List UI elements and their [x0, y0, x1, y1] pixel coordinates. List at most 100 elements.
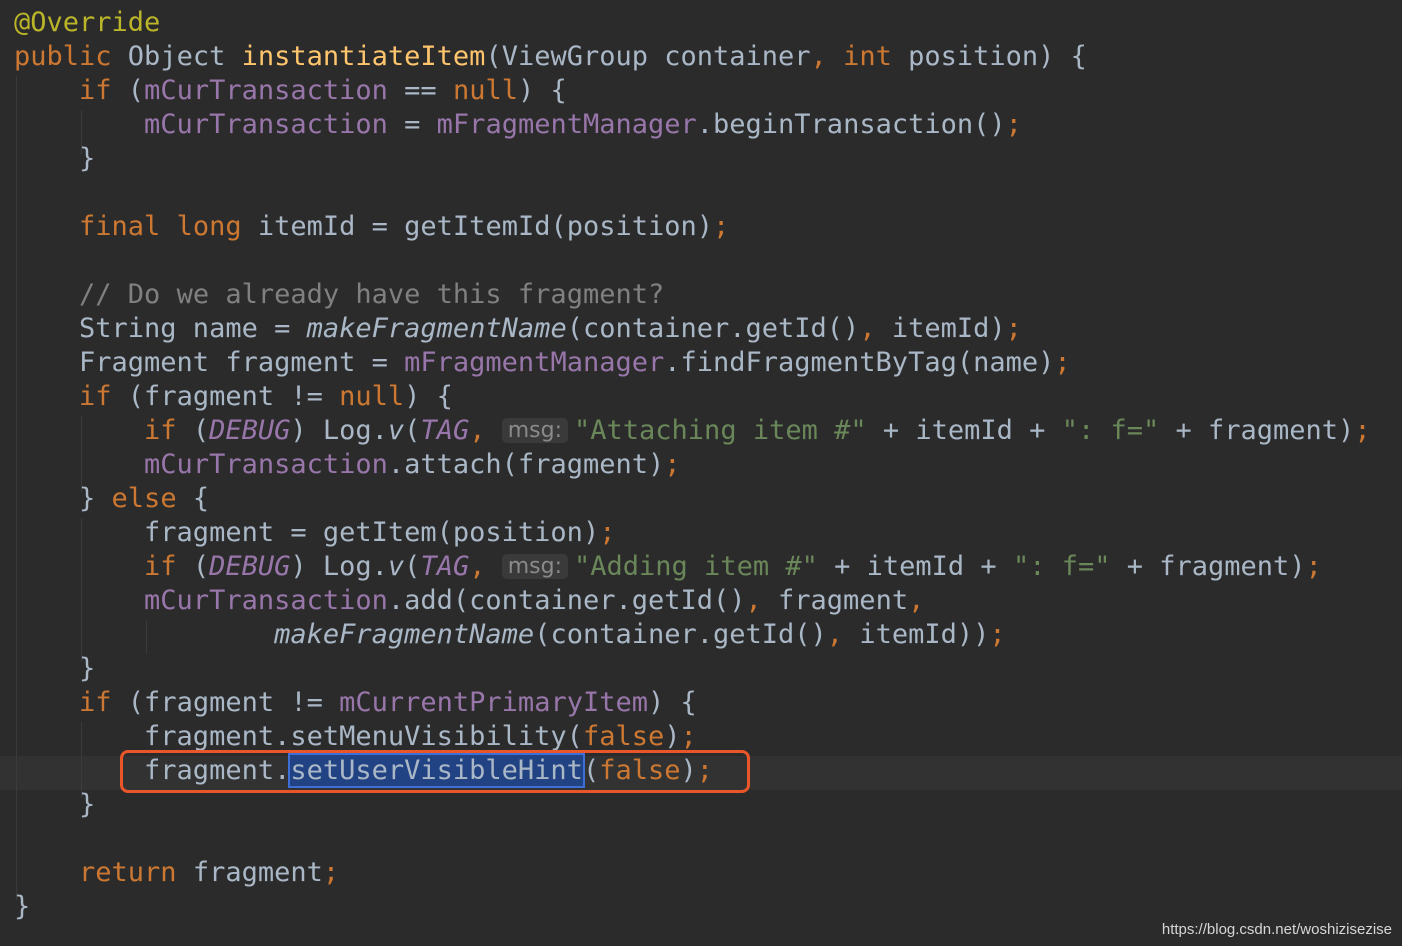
code-line[interactable]: fragment.setMenuVisibility(false); — [14, 720, 697, 754]
code-token: , — [908, 585, 925, 616]
code-token: , — [469, 551, 502, 582]
code-editor[interactable]: @Override public Object instantiateItem(V… — [0, 0, 1402, 946]
code-line[interactable]: @Override — [14, 6, 160, 40]
code-token: ; — [1005, 109, 1022, 140]
code-token: .beginTransaction() — [696, 109, 1006, 140]
code-token: ; — [599, 517, 616, 548]
code-token: ; — [664, 449, 681, 480]
code-line[interactable]: mCurTransaction.add(container.getId(), f… — [14, 584, 924, 618]
code-token: fragment — [778, 585, 909, 616]
code-line[interactable]: } — [14, 788, 95, 822]
code-line[interactable]: // Do we already have this fragment? — [14, 278, 664, 312]
code-token: long — [176, 211, 242, 242]
code-line[interactable]: final long itemId = getItemId(position); — [14, 210, 729, 244]
code-line[interactable]: if (mCurTransaction == null) { — [14, 74, 567, 108]
code-token: , — [826, 619, 860, 650]
code-token: ) Log. — [290, 551, 388, 582]
code-token: mFragmentManager — [404, 347, 665, 378]
code-token: ) { — [647, 687, 697, 718]
code-line[interactable]: makeFragmentName(container.getId(), item… — [14, 618, 1006, 652]
code-token: ; — [322, 857, 340, 888]
code-token: mCurrentPrimaryItem — [339, 687, 648, 718]
code-line[interactable]: fragment = getItem(position); — [14, 516, 615, 550]
code-line[interactable]: String name = makeFragmentName(container… — [14, 312, 1022, 346]
code-line[interactable]: if (fragment != null) { — [14, 380, 453, 414]
code-token: ) { — [404, 381, 453, 412]
code-line[interactable]: if (DEBUG) Log.v(TAG, msg: "Attaching ite… — [14, 414, 1371, 448]
code-token: .findFragmentByTag(name) — [664, 347, 1055, 378]
code-token: { — [176, 483, 210, 514]
code-token: itemId)) — [859, 619, 990, 650]
code-token: (fragment != — [111, 381, 340, 412]
code-token: false — [582, 721, 665, 752]
code-line[interactable]: if (DEBUG) Log.v(TAG, msg: "Adding item #… — [14, 550, 1322, 584]
code-token: position) { — [891, 41, 1087, 72]
code-token: fragment = getItem(position) — [14, 517, 600, 548]
code-token: if — [79, 75, 112, 106]
code-token: (container.getId() — [566, 313, 860, 344]
code-line[interactable]: if (fragment != mCurrentPrimaryItem) { — [14, 686, 697, 720]
code-token: ) Log. — [290, 415, 388, 446]
code-token: final — [79, 211, 161, 242]
code-token: ( — [176, 415, 210, 446]
code-token: ; — [989, 619, 1006, 650]
code-line[interactable]: } else { — [14, 482, 209, 516]
code-token: (ViewGroup container — [485, 41, 811, 72]
code-token: null — [452, 75, 518, 106]
code-token: ; — [1354, 415, 1371, 446]
code-token: "Adding item #" — [574, 551, 818, 582]
code-line[interactable]: mCurTransaction = mFragmentManager.begin… — [14, 108, 1022, 142]
code-token: "Attaching item #" — [574, 415, 867, 446]
code-line[interactable]: return fragment; — [14, 856, 339, 890]
code-line[interactable]: } — [14, 142, 95, 176]
code-line[interactable]: Fragment fragment = mFragmentManager.fin… — [14, 346, 1071, 380]
code-token: if — [144, 415, 177, 446]
code-token: public — [14, 41, 112, 72]
code-line[interactable]: } — [14, 890, 30, 924]
code-token: ( — [111, 75, 145, 106]
code-token: ( — [404, 551, 421, 582]
code-line[interactable]: } — [14, 652, 95, 686]
code-token: int — [843, 41, 892, 72]
code-token: } — [14, 891, 31, 922]
code-token: DEBUG — [209, 415, 291, 446]
code-token: ": f=" — [1061, 415, 1160, 446]
code-token: TAG — [420, 551, 470, 582]
code-line[interactable]: mCurTransaction.attach(fragment); — [14, 448, 681, 482]
code-token: ) — [664, 721, 681, 752]
code-token: v — [387, 551, 405, 582]
code-token: mCurTransaction — [144, 449, 388, 480]
code-line[interactable]: public Object instantiateItem(ViewGroup … — [14, 40, 1087, 74]
code-token: + itemId + — [866, 415, 1062, 446]
code-token: makeFragmentName — [274, 619, 535, 650]
code-token: mCurTransaction — [144, 585, 388, 616]
code-token: else — [111, 483, 177, 514]
code-token: makeFragmentName — [306, 313, 567, 344]
code-token: // Do we already have this fragment? — [79, 279, 665, 310]
code-token: , — [859, 313, 892, 344]
code-token: if — [79, 381, 112, 412]
code-token: .add(container.getId() — [387, 585, 746, 616]
code-token: ; — [1054, 347, 1071, 378]
parameter-hint: msg: — [501, 418, 569, 443]
code-token: ) { — [517, 75, 567, 106]
code-token: mFragmentManager — [436, 109, 697, 140]
code-token: } — [14, 143, 96, 174]
code-token: itemId) — [891, 313, 1006, 344]
code-token: if — [79, 687, 112, 718]
code-token: ( — [404, 415, 421, 446]
code-token: ; — [1005, 313, 1022, 344]
code-token: if — [144, 551, 177, 582]
code-token: + fragment) — [1159, 415, 1355, 446]
code-token: String name = — [14, 313, 307, 344]
